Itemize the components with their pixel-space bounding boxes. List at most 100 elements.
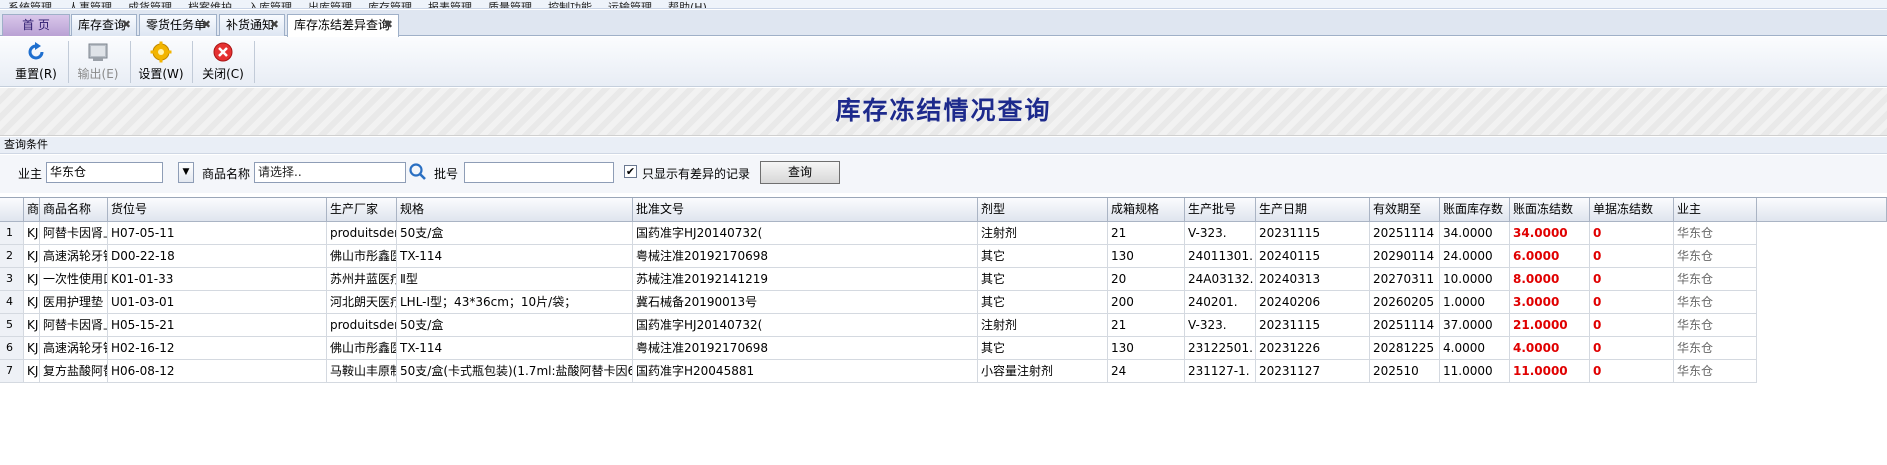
table-cell-expiry-date[interactable]: 20251114 [1370,222,1440,245]
tab-replenish-notice[interactable]: 补货通知 ✖ [219,14,285,36]
table-cell-production-date[interactable]: 20231115 [1256,314,1370,337]
table-cell-product-code[interactable]: KJ038289 [24,222,40,245]
table-cell-production-date[interactable]: 20231115 [1256,222,1370,245]
table-cell-owner[interactable]: 华东仓 [1674,314,1757,337]
reset-button[interactable]: 重置(R) [5,41,67,85]
close-icon[interactable]: ✖ [384,15,393,35]
table-cell-owner[interactable]: 华东仓 [1674,337,1757,360]
table-cell-batch-no[interactable]: 231127-1. [1185,360,1256,383]
table-cell-owner[interactable]: 华东仓 [1674,291,1757,314]
table-cell-book-frozen[interactable]: 4.0000 [1510,337,1590,360]
product-name-input[interactable]: 请选择.. [254,162,406,183]
table-cell-book-frozen[interactable]: 6.0000 [1510,245,1590,268]
column-header-product-code[interactable]: 商品编号 [24,198,40,222]
table-cell-manufacturer[interactable]: 佛山市彤鑫医疗器材股份有限公司 [327,245,397,268]
table-cell-product-name[interactable]: 阿替卡因肾上腺素注射液 [40,222,108,245]
table-cell-doc-frozen[interactable]: 0 [1590,337,1674,360]
table-cell-case-spec[interactable]: 24 [1108,360,1185,383]
table-cell-location[interactable]: H05-15-21 [108,314,327,337]
table-cell-book-frozen[interactable]: 8.0000 [1510,268,1590,291]
table-cell-doc-frozen[interactable]: 0 [1590,360,1674,383]
table-cell-batch-no[interactable]: V-323. [1185,222,1256,245]
table-cell-doc-frozen[interactable]: 0 [1590,245,1674,268]
table-cell-book-frozen[interactable]: 34.0000 [1510,222,1590,245]
table-cell-book-stock[interactable]: 10.0000 [1440,268,1510,291]
table-cell-spec[interactable]: 50支/盒(卡式瓶包装)(1.7ml:盐酸阿替卡因68mg,肾上腺素17ug) [397,360,633,383]
table-cell-book-stock[interactable]: 24.0000 [1440,245,1510,268]
table-cell-owner[interactable]: 华东仓 [1674,360,1757,383]
table-cell-product-code[interactable]: KJ038289 [24,314,40,337]
table-cell-dosage-form[interactable]: 其它 [978,291,1108,314]
table-cell-manufacturer[interactable]: 马鞍山丰原制药有限公司 [327,360,397,383]
table-cell-location[interactable]: H02-16-12 [108,337,327,360]
table-cell-approval-no[interactable]: 粤械注准20192170698 [633,337,978,360]
column-header-expiry-date[interactable]: 有效期至 [1370,198,1440,222]
table-cell-case-spec[interactable]: 130 [1108,245,1185,268]
chevron-down-icon[interactable]: ▼ [178,162,194,183]
table-cell-approval-no[interactable]: 国药准字H20045881 [633,360,978,383]
table-cell-production-date[interactable]: 20231127 [1256,360,1370,383]
table-cell-manufacturer[interactable]: 佛山市彤鑫医疗器材股份有限公司 [327,337,397,360]
table-cell-doc-frozen[interactable]: 0 [1590,291,1674,314]
table-cell-batch-no[interactable]: 240201. [1185,291,1256,314]
export-button[interactable]: 输出(E) [67,41,129,85]
table-cell-product-code[interactable]: KJ045213 [24,245,40,268]
column-header-production-date[interactable]: 生产日期 [1256,198,1370,222]
table-cell-case-spec[interactable]: 200 [1108,291,1185,314]
table-cell-spec[interactable]: TX-114 [397,245,633,268]
table-cell-approval-no[interactable]: 冀石械备20190013号 [633,291,978,314]
table-cell-approval-no[interactable]: 粤械注准20192170698 [633,245,978,268]
table-cell-product-code[interactable]: KJ028670 [24,360,40,383]
table-cell-product-name[interactable]: 一次性使用口腔手术包 [40,268,108,291]
table-cell-case-spec[interactable]: 21 [1108,222,1185,245]
table-cell-case-spec[interactable]: 20 [1108,268,1185,291]
table-cell-dosage-form[interactable]: 其它 [978,268,1108,291]
table-cell-owner[interactable]: 华东仓 [1674,245,1757,268]
table-cell-spec[interactable]: Ⅱ型 [397,268,633,291]
table-cell-manufacturer[interactable]: 苏州井蓝医疗器械有限公司 [327,268,397,291]
tab-freeze-diff-query[interactable]: 库存冻结差异查询 ✖ [287,14,399,37]
table-cell-production-date[interactable]: 20231226 [1256,337,1370,360]
settings-button[interactable]: 设置(W) [130,41,192,85]
column-header-approval-no[interactable]: 批准文号 [633,198,978,222]
row-number[interactable]: 3 [0,268,24,291]
column-header-dosage-form[interactable]: 剂型 [978,198,1108,222]
table-cell-owner[interactable]: 华东仓 [1674,268,1757,291]
table-cell-doc-frozen[interactable]: 0 [1590,268,1674,291]
table-cell-location[interactable]: H06-08-12 [108,360,327,383]
table-cell-manufacturer[interactable]: 河北朗天医疗器械有限公司 [327,291,397,314]
table-cell-approval-no[interactable]: 国药准字HJ20140732( [633,314,978,337]
table-cell-location[interactable]: U01-03-01 [108,291,327,314]
table-cell-dosage-form[interactable]: 其它 [978,245,1108,268]
table-cell-batch-no[interactable]: 23122501. [1185,337,1256,360]
table-cell-book-frozen[interactable]: 11.0000 [1510,360,1590,383]
table-cell-product-code[interactable]: KJ037357 [24,268,40,291]
tab-inventory-query[interactable]: 库存查询 ✖ [71,14,137,36]
row-number[interactable]: 5 [0,314,24,337]
column-header-book-frozen[interactable]: 账面冻结数 [1510,198,1590,222]
table-cell-book-stock[interactable]: 34.0000 [1440,222,1510,245]
table-cell-book-stock[interactable]: 4.0000 [1440,337,1510,360]
table-cell-product-name[interactable]: 复方盐酸阿替卡因注射液 [40,360,108,383]
row-number[interactable]: 6 [0,337,24,360]
query-button[interactable]: 查询 [760,161,840,184]
table-cell-book-frozen[interactable]: 21.0000 [1510,314,1590,337]
table-cell-product-name[interactable]: 高速涡轮牙钻手机 [40,245,108,268]
table-cell-manufacturer[interactable]: produitsdentairespierrerolland [327,222,397,245]
table-cell-product-code[interactable]: KJ045213 [24,337,40,360]
table-cell-production-date[interactable]: 20240206 [1256,291,1370,314]
table-cell-spec[interactable]: 50支/盒 [397,222,633,245]
table-cell-expiry-date[interactable]: 202510 [1370,360,1440,383]
table-cell-book-stock[interactable]: 37.0000 [1440,314,1510,337]
close-icon[interactable]: ✖ [202,15,211,35]
only-diff-checkbox[interactable]: ✔ [624,165,637,178]
table-cell-dosage-form[interactable]: 注射剂 [978,314,1108,337]
column-header-owner[interactable]: 业主 [1674,198,1757,222]
column-header-spec[interactable]: 规格 [397,198,633,222]
table-cell-expiry-date[interactable]: 20260205 [1370,291,1440,314]
table-cell-spec[interactable]: TX-114 [397,337,633,360]
table-cell-dosage-form[interactable]: 小容量注射剂 [978,360,1108,383]
table-cell-expiry-date[interactable]: 20281225 [1370,337,1440,360]
grid-corner[interactable] [0,198,24,222]
table-cell-dosage-form[interactable]: 其它 [978,337,1108,360]
